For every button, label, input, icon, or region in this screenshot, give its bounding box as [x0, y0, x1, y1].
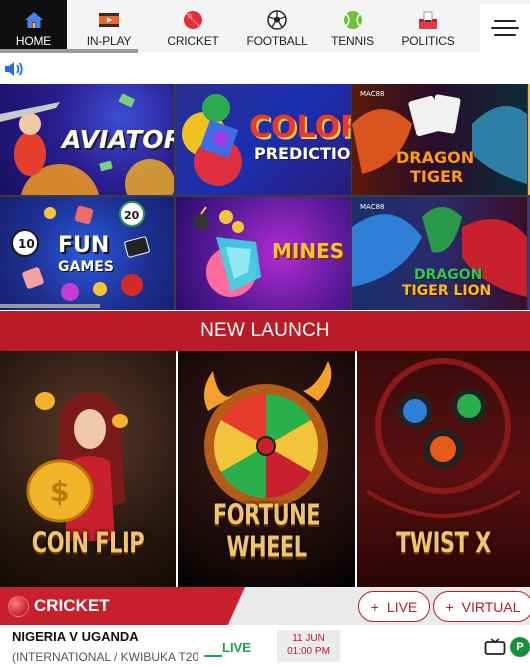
nav-item-cricket[interactable]: CRICKET: [151, 0, 235, 52]
tile-title-aviator: AVIATOR: [62, 125, 174, 154]
match-date: 11 JUN: [292, 633, 325, 644]
tile-title-dragon: DRAGON: [396, 148, 475, 167]
game-tile-mines[interactable]: MINES: [176, 197, 351, 310]
casino-scroll-indicator[interactable]: [0, 304, 100, 308]
twist-x-title: TWIST X: [396, 526, 491, 560]
live-status: LIVE: [222, 640, 251, 655]
announcement-bar: [0, 53, 530, 84]
cricket-ball-icon: [8, 596, 29, 617]
match-competition: (INTERNATIONAL / KWIBUKA T20...: [12, 650, 198, 664]
new-launch-title: NEW LAUNCH: [200, 320, 330, 341]
nav-item-home[interactable]: HOME: [0, 0, 67, 52]
fortune-wheel-title: FORTUNE WHEEL: [212, 498, 321, 564]
nav-item-football[interactable]: FOOTBALL: [235, 0, 319, 52]
tile-title-mines: MINES: [272, 239, 345, 263]
tv-icon[interactable]: [484, 638, 506, 656]
svg-text:MAC88: MAC88: [360, 203, 385, 211]
live-filter-label: LIVE: [386, 598, 418, 615]
game-tile-dragon-tiger-lion[interactable]: MAC88 DRAGON TIGER LION: [352, 197, 527, 310]
cricket-section-label: CRICKET: [0, 587, 245, 625]
game-tile-aviator[interactable]: AVIATOR: [0, 84, 174, 195]
virtual-filter-label: VIRTUAL: [461, 598, 521, 615]
svg-text:$: $: [50, 475, 69, 508]
game-tile-fun-games[interactable]: 10 20 FUN GAMES: [0, 197, 174, 310]
tile-title-fun: FUN: [58, 233, 110, 258]
game-card-fortune-wheel[interactable]: FORTUNE WHEEL: [178, 351, 355, 587]
match-name[interactable]: NIGERIA V UGANDA: [12, 629, 139, 644]
casino-games-grid: AVIATOR COLOR PREDICTION MAC88 DRAGON TI…: [0, 84, 530, 310]
plus-icon: +: [445, 598, 454, 615]
game-card-twist-x[interactable]: TWIST X: [357, 351, 530, 587]
inplay-icon: [98, 10, 120, 30]
nav-label-tennis: TENNIS: [331, 34, 374, 48]
nav-label-politics: POLITICS: [401, 34, 455, 48]
home-icon: [23, 10, 45, 30]
tile-title-prediction: PREDICTION: [254, 144, 351, 163]
tile-title-color: COLOR: [249, 110, 351, 145]
tennis-ball-icon: [342, 10, 364, 30]
top-nav: HOME IN-PLAY CRICKET FOOTBALL TENNIS POL…: [0, 0, 530, 52]
new-launch-header: NEW LAUNCH: [0, 311, 530, 351]
live-filter-button[interactable]: + LIVE: [358, 591, 430, 622]
tile-title-tiger: TIGER: [410, 167, 464, 186]
coin-flip-title: COIN FLIP: [31, 526, 145, 560]
nav-item-inplay[interactable]: IN-PLAY: [67, 0, 151, 52]
match-datetime: 11 JUN 01:00 PM: [277, 630, 340, 662]
nav-label-home: HOME: [15, 34, 52, 48]
svg-text:MAC88: MAC88: [360, 90, 385, 98]
tile-title-games: GAMES: [58, 259, 114, 275]
cricket-section-header: CRICKET + LIVE + VIRTUAL: [0, 587, 530, 625]
football-icon: [266, 10, 288, 30]
cricket-ball-icon: [182, 10, 204, 30]
svg-text:10: 10: [18, 237, 35, 251]
game-card-coin-flip[interactable]: $ COIN FLIP: [0, 351, 176, 587]
hamburger-icon: [494, 20, 516, 22]
live-indicator-line: [204, 655, 222, 657]
tile-title-tiger-lion: TIGER LION: [402, 283, 492, 299]
plus-icon: +: [370, 598, 379, 615]
virtual-filter-button[interactable]: + VIRTUAL: [433, 591, 530, 622]
nav-item-politics[interactable]: POLITICS: [386, 0, 470, 52]
match-row[interactable]: NIGERIA V UGANDA (INTERNATIONAL / KWIBUK…: [0, 625, 530, 665]
svg-text:20: 20: [124, 209, 140, 222]
premium-badge: P: [510, 637, 530, 657]
game-tile-dragon-tiger[interactable]: MAC88 DRAGON TIGER: [352, 84, 527, 195]
game-tile-color-prediction[interactable]: COLOR PREDICTION: [176, 84, 351, 195]
menu-button[interactable]: [480, 4, 530, 52]
match-time: 01:00 PM: [287, 646, 330, 657]
speaker-icon[interactable]: [4, 60, 26, 78]
nav-label-cricket: CRICKET: [167, 34, 219, 48]
nav-label-football: FOOTBALL: [246, 34, 308, 48]
tile-title-dragon-2: DRAGON: [414, 267, 483, 283]
nav-item-tennis[interactable]: TENNIS: [319, 0, 386, 52]
politics-icon: [417, 10, 439, 30]
nav-label-inplay: IN-PLAY: [86, 34, 132, 48]
cricket-section-title: CRICKET: [34, 596, 110, 615]
